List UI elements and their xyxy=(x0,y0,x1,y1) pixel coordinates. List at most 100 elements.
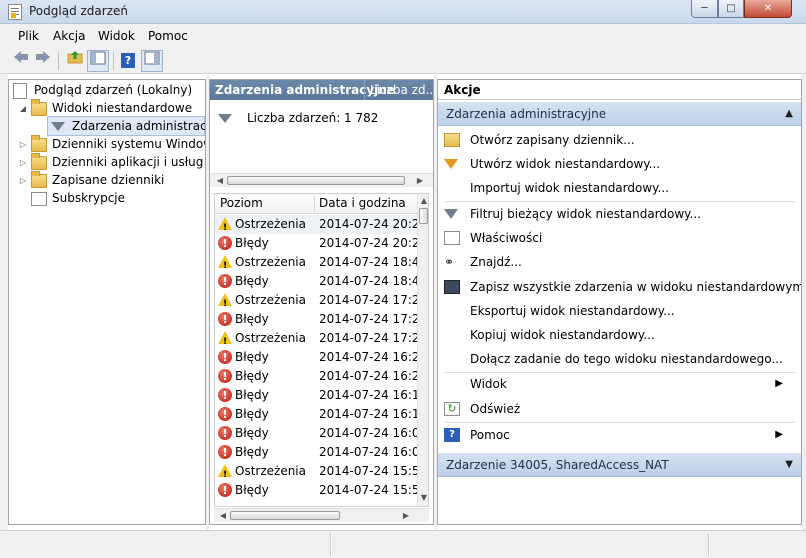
cell-level: Błędy xyxy=(235,445,269,459)
action-create-custom-view[interactable]: Utwórz widok niestandardowy... xyxy=(438,152,801,176)
action-filter-current-view[interactable]: Filtruj bieżący widok niestandardowy... xyxy=(438,202,801,226)
table-row[interactable]: Błędy 2014-07-24 17:23:3 xyxy=(215,310,417,329)
bottom-horizontal-scrollbar[interactable]: ◀ ▶ xyxy=(214,508,429,522)
close-button[interactable]: ✕ xyxy=(744,0,792,18)
action-view-submenu[interactable]: Widok ▶ xyxy=(438,372,801,396)
cell-date: 2014-07-24 20:25:0 xyxy=(319,217,417,231)
folder-icon xyxy=(31,153,47,170)
error-icon xyxy=(218,481,232,500)
table-row[interactable]: Ostrzeżenia 2014-07-24 17:23:2 xyxy=(215,329,417,348)
cell-level: Błędy xyxy=(235,350,269,364)
cell-level: Błędy xyxy=(235,312,269,326)
table-row[interactable]: Błędy 2014-07-24 18:48:4 xyxy=(215,272,417,291)
window-title: Podgląd zdarzeń xyxy=(29,4,128,18)
scroll-down-icon[interactable]: ▼ xyxy=(418,492,428,504)
cell-date: 2014-07-24 17:23:5 xyxy=(319,293,417,307)
cell-level: Ostrzeżenia xyxy=(235,293,306,307)
properties-icon xyxy=(444,231,460,245)
scroll-thumb[interactable] xyxy=(227,176,405,185)
cell-date: 2014-07-24 15:55:2 xyxy=(319,483,417,497)
cell-date: 2014-07-24 16:13:0 xyxy=(319,407,417,421)
actions-section-admin-events[interactable]: Zdarzenia administracyjne ▲ xyxy=(438,102,801,126)
table-row[interactable]: Ostrzeżenia 2014-07-24 15:55:3 xyxy=(215,462,417,481)
action-export-custom-view[interactable]: Eksportuj widok niestandardowy... xyxy=(438,299,801,323)
cell-date: 2014-07-24 20:24:5 xyxy=(319,236,417,250)
table-row[interactable]: Ostrzeżenia 2014-07-24 17:23:5 xyxy=(215,291,417,310)
action-help-submenu[interactable]: ? Pomoc ▶ xyxy=(438,423,801,447)
table-row[interactable]: Błędy 2014-07-24 16:13:0 xyxy=(215,405,417,424)
toolbar-separator xyxy=(58,52,59,70)
back-arrow-icon[interactable] xyxy=(10,50,32,72)
scroll-thumb[interactable] xyxy=(230,511,340,520)
action-open-saved-log[interactable]: Otwórz zapisany dziennik... xyxy=(438,128,801,152)
cell-date: 2014-07-24 17:23:3 xyxy=(319,312,417,326)
up-folder-icon[interactable] xyxy=(64,50,86,72)
event-count-label: Liczba zdarzeń: 1 782 xyxy=(247,111,379,125)
refresh-icon: ↻ xyxy=(444,402,460,416)
menu-view[interactable]: Widok xyxy=(98,29,135,43)
console-tree-icon[interactable] xyxy=(87,50,109,72)
expand-arrow-icon[interactable]: ▷ xyxy=(18,176,28,186)
table-row[interactable]: Błędy 2014-07-24 20:24:5 xyxy=(215,234,417,253)
action-attach-task[interactable]: Dołącz zadanie do tego widoku niestandar… xyxy=(438,347,801,371)
table-row[interactable]: Błędy 2014-07-24 16:13:0 xyxy=(215,386,417,405)
menu-help[interactable]: Pomoc xyxy=(148,29,188,43)
scroll-right-icon[interactable]: ▶ xyxy=(414,175,426,187)
table-row[interactable]: Błędy 2014-07-24 16:08:4 xyxy=(215,443,417,462)
cell-level: Ostrzeżenia xyxy=(235,331,306,345)
table-row[interactable]: Ostrzeżenia 2014-07-24 20:25:0 xyxy=(215,215,417,234)
table-row[interactable]: Ostrzeżenia 2014-07-24 18:48:4 xyxy=(215,253,417,272)
action-properties[interactable]: Właściwości xyxy=(438,226,801,250)
cell-date: 2014-07-24 16:08:5 xyxy=(319,426,417,440)
error-icon xyxy=(218,386,232,405)
scroll-left-icon[interactable]: ◀ xyxy=(214,175,226,187)
collapse-up-icon[interactable]: ▲ xyxy=(785,102,793,126)
collapse-arrow-icon[interactable]: ◢ xyxy=(18,104,28,114)
tree-item-admin-events[interactable]: Zdarzenia administracyjne xyxy=(47,116,205,136)
expand-arrow-icon[interactable]: ▷ xyxy=(18,140,28,150)
vertical-scrollbar[interactable]: ▲ ▼ xyxy=(417,194,428,506)
expand-down-icon[interactable]: ▼ xyxy=(785,453,793,477)
column-date[interactable]: Data i godzina xyxy=(319,196,406,210)
warning-icon xyxy=(218,331,232,348)
cell-date: 2014-07-24 16:25:5 xyxy=(319,350,417,364)
action-find[interactable]: ⚭ Znajdź... xyxy=(438,250,801,274)
event-viewer-app-icon xyxy=(8,4,22,20)
table-row[interactable]: Błędy 2014-07-24 15:55:2 xyxy=(215,481,417,500)
scroll-right-icon[interactable]: ▶ xyxy=(400,510,412,522)
help-icon[interactable]: ? xyxy=(117,50,139,72)
menu-file[interactable]: Plik xyxy=(18,29,39,43)
action-refresh[interactable]: ↻ Odśwież xyxy=(438,397,801,421)
error-icon xyxy=(218,405,232,424)
cell-level: Błędy xyxy=(235,274,269,288)
menu-bar: Plik Akcja Widok Pomoc xyxy=(0,24,806,48)
submenu-arrow-icon: ▶ xyxy=(775,429,783,440)
action-pane-icon[interactable] xyxy=(141,50,163,72)
column-level[interactable]: Poziom xyxy=(220,196,263,210)
menu-action[interactable]: Akcja xyxy=(53,29,85,43)
action-copy-custom-view[interactable]: Kopiuj widok niestandardowy... xyxy=(438,323,801,347)
cell-level: Błędy xyxy=(235,388,269,402)
folder-windows-icon xyxy=(31,135,47,152)
action-save-all-events[interactable]: Zapisz wszystkie zdarzenia w widoku nies… xyxy=(438,275,801,299)
expand-arrow-icon[interactable]: ▷ xyxy=(18,158,28,168)
minimize-button[interactable]: ─ xyxy=(691,0,718,18)
table-row[interactable]: Błędy 2014-07-24 16:25:5 xyxy=(215,348,417,367)
table-row[interactable]: Błędy 2014-07-24 16:25:5 xyxy=(215,367,417,386)
scroll-thumb[interactable] xyxy=(419,208,428,224)
cell-level: Błędy xyxy=(235,407,269,421)
error-icon xyxy=(218,310,232,329)
scroll-left-icon[interactable]: ◀ xyxy=(217,510,229,522)
error-icon xyxy=(218,272,232,291)
action-import-custom-view[interactable]: Importuj widok niestandardowy... xyxy=(438,176,801,200)
forward-arrow-icon[interactable] xyxy=(32,50,54,72)
error-icon xyxy=(218,443,232,462)
table-row[interactable]: Błędy 2014-07-24 16:08:5 xyxy=(215,424,417,443)
actions-section-event[interactable]: Zdarzenie 34005, SharedAccess_NAT ▼ xyxy=(438,453,801,477)
top-horizontal-scrollbar[interactable]: ◀ ▶ xyxy=(210,173,433,187)
subscriptions-icon xyxy=(31,192,47,206)
event-viewer-icon xyxy=(13,83,27,99)
scroll-up-icon[interactable]: ▲ xyxy=(418,195,428,207)
filter-icon xyxy=(51,122,65,131)
maximize-button[interactable]: □ xyxy=(718,0,744,18)
